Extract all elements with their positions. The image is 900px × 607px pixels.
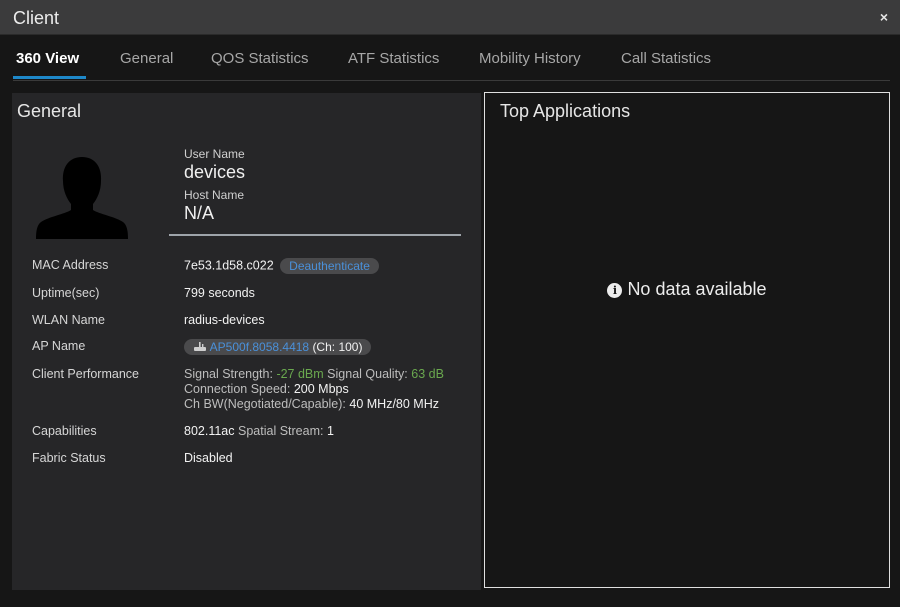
top-applications-panel: Top Applications i No data available (484, 92, 890, 588)
capabilities-label: Capabilities (32, 424, 97, 438)
tab-mobility-history[interactable]: Mobility History (479, 50, 581, 67)
ap-value-wrap: AP500f.8058.4418 (Ch: 100) (184, 339, 372, 355)
fabric-label: Fabric Status (32, 451, 106, 465)
ap-label: AP Name (32, 339, 86, 353)
user-name-value: devices (184, 162, 246, 182)
mac-value: 7e53.1d58.c022 (184, 258, 274, 273)
identity-divider (169, 234, 461, 236)
tab-general[interactable]: General (120, 50, 173, 67)
spatial-stream-value: 1 (326, 424, 334, 438)
capabilities-values: 802.11ac Spatial Stream: 1 (184, 424, 334, 438)
signal-quality-value: 63 dB (411, 367, 444, 381)
connection-speed-value: 200 Mbps (293, 382, 349, 396)
close-icon[interactable]: × (880, 9, 888, 25)
tab-bar: 360 View General QOS Statistics ATF Stat… (0, 36, 900, 82)
host-name-value: N/A (184, 203, 215, 223)
top-applications-heading: Top Applications (500, 101, 631, 121)
tab-call-statistics[interactable]: Call Statistics (621, 50, 711, 67)
fabric-value: Disabled (184, 451, 233, 465)
user-silhouette-icon (36, 157, 128, 239)
performance-label: Client Performance (32, 367, 139, 381)
no-data-text: No data available (627, 279, 767, 299)
mac-value-wrap: 7e53.1d58.c022 Deauthenticate (184, 258, 379, 274)
performance-values: Signal Strength: -27 dBm Signal Quality:… (184, 367, 444, 412)
tabs-divider (13, 80, 890, 81)
mac-label: MAC Address (32, 258, 109, 272)
deauthenticate-button[interactable]: Deauthenticate (280, 258, 379, 274)
tab-atf-statistics[interactable]: ATF Statistics (348, 50, 439, 67)
uptime-value: 799 seconds (184, 286, 255, 300)
info-icon: i (607, 283, 623, 298)
signal-strength-label: Signal Strength: (184, 367, 273, 381)
window-title: Client (13, 8, 60, 28)
wlan-label: WLAN Name (32, 313, 105, 327)
connection-speed-label: Connection Speed: (184, 382, 291, 396)
general-heading: General (17, 101, 82, 121)
no-data-message: i No data available (485, 279, 889, 300)
ap-name-link[interactable]: AP500f.8058.4418 (210, 340, 309, 354)
ap-channel: (Ch: 100) (312, 340, 363, 354)
ch-bw-value: 40 MHz/80 MHz (349, 397, 439, 411)
window-titlebar: Client × (0, 0, 900, 35)
ap-pill: AP500f.8058.4418 (Ch: 100) (184, 339, 372, 355)
wlan-value: radius-devices (184, 313, 265, 327)
tab-qos-statistics[interactable]: QOS Statistics (211, 50, 309, 67)
signal-quality-label: Signal Quality: (327, 367, 408, 381)
host-name-label: Host Name (184, 188, 245, 202)
active-tab-indicator (13, 76, 86, 79)
uptime-label: Uptime(sec) (32, 286, 100, 300)
capabilities-standard: 802.11ac (184, 424, 235, 438)
spatial-stream-label: Spatial Stream: (238, 424, 324, 438)
tab-360-view[interactable]: 360 View (16, 50, 79, 67)
user-name-label: User Name (184, 147, 245, 161)
client-identity: User Name devices Host Name N/A (184, 147, 474, 224)
signal-strength-value: -27 dBm (276, 367, 324, 381)
ch-bw-label: Ch BW(Negotiated/Capable): (184, 397, 346, 411)
general-panel: General User Name devices Host Name N/A … (12, 93, 481, 590)
access-point-icon (194, 342, 206, 351)
